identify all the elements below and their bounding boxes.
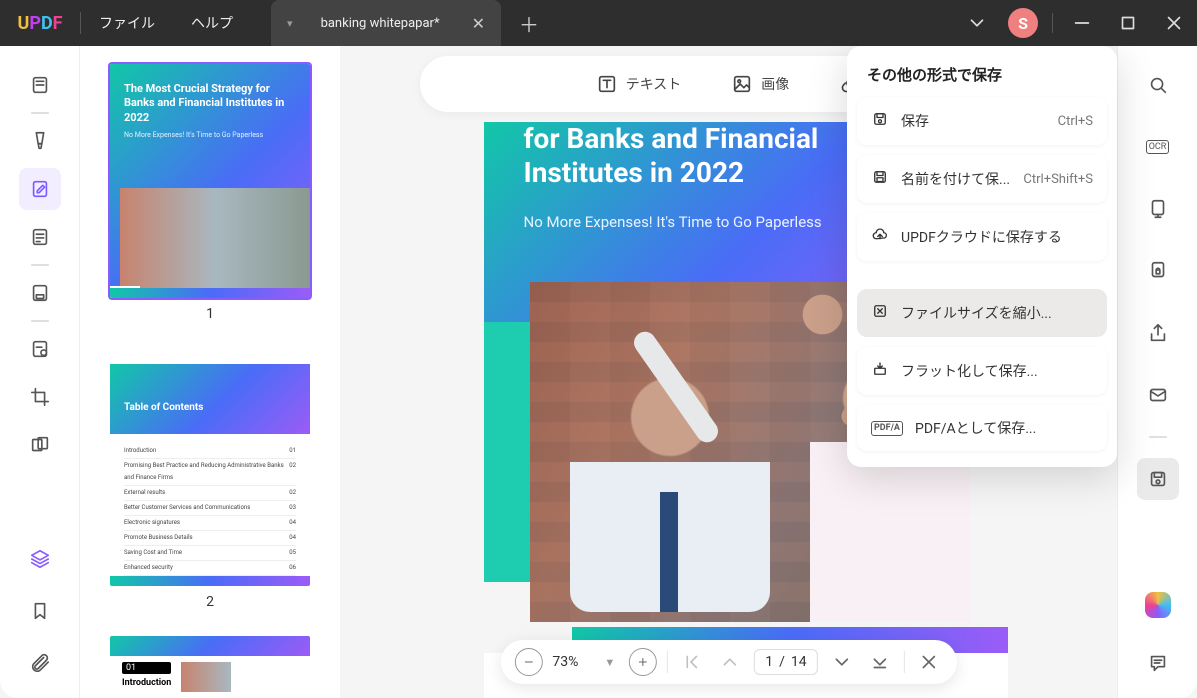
thumbnail-panel: The Most Crucial Strategy for Banks and … <box>80 46 340 698</box>
menu-help[interactable]: ヘルプ <box>173 0 251 46</box>
right-toolbar: OCR <box>1117 46 1197 698</box>
tab-pin-icon: ▾ <box>287 17 293 30</box>
left-toolbar <box>0 46 80 698</box>
thumb1-subtitle: No More Expenses! It's Time to Go Paperl… <box>124 131 296 139</box>
app-logo: UPDF <box>0 13 80 34</box>
thumb2-header: Table of Contents <box>110 364 310 434</box>
thumbnail-page-2[interactable]: Table of Contents Introduction01 Promisi… <box>108 346 312 588</box>
titlebar: UPDF ファイル ヘルプ ▾ banking whitepapar* ✕ ＋ … <box>0 0 1197 46</box>
recent-dropdown-icon[interactable] <box>954 0 1000 46</box>
attachment-tool-icon[interactable] <box>19 642 61 684</box>
search-icon[interactable] <box>1137 64 1179 106</box>
menu-save[interactable]: 保存 Ctrl+S <box>857 97 1107 145</box>
protect-icon[interactable] <box>1137 250 1179 292</box>
menu-save-cloud[interactable]: UPDFクラウドに保存する <box>857 213 1107 261</box>
thumb1-number: 1 <box>108 306 312 322</box>
menu-pdfa[interactable]: PDF/A PDF/Aとして保存... <box>857 405 1107 451</box>
zoom-in-button[interactable] <box>629 648 657 676</box>
first-page-button[interactable] <box>678 648 706 676</box>
last-page-button[interactable] <box>866 648 894 676</box>
crop-tool-icon[interactable] <box>19 376 61 418</box>
edit-tool-icon[interactable] <box>19 168 61 210</box>
thumb1-title: The Most Crucial Strategy for Banks and … <box>124 82 296 125</box>
menu-file[interactable]: ファイル <box>81 0 173 46</box>
zoom-dropdown-icon[interactable]: ▼ <box>600 656 619 669</box>
comment-icon[interactable] <box>1137 642 1179 684</box>
menu-flatten[interactable]: フラット化して保存... <box>857 347 1107 395</box>
bottom-toolbar: 73% ▼ 1 / 14 <box>500 640 956 684</box>
menu-save-as[interactable]: 名前を付けて保... Ctrl+Shift+S <box>857 155 1107 203</box>
thumbnail-page-1[interactable]: The Most Crucial Strategy for Banks and … <box>108 62 312 300</box>
ai-assistant-icon[interactable] <box>1137 584 1179 626</box>
close-toolbar-button[interactable] <box>915 648 943 676</box>
organize-tool-icon[interactable] <box>19 272 61 314</box>
user-avatar[interactable]: S <box>1008 8 1038 38</box>
window-maximize-button[interactable] <box>1105 0 1151 46</box>
window-close-button[interactable] <box>1151 0 1197 46</box>
text-tool-button[interactable]: テキスト <box>596 73 682 95</box>
form-tool-icon[interactable] <box>19 216 61 258</box>
bookmark-tool-icon[interactable] <box>19 590 61 632</box>
layers-tool-icon[interactable] <box>19 538 61 580</box>
save-other-icon[interactable] <box>1137 458 1179 500</box>
page-indicator[interactable]: 1 / 14 <box>754 649 817 675</box>
redact-tool-icon[interactable] <box>19 328 61 370</box>
share-icon[interactable] <box>1137 312 1179 354</box>
new-tab-button[interactable]: ＋ <box>501 9 557 38</box>
document-tab[interactable]: ▾ banking whitepapar* ✕ <box>271 0 501 46</box>
main-document-area: テキスト 画像 その他の形式で保存 保存 Ctrl+S <box>340 46 1117 698</box>
image-tool-button[interactable]: 画像 <box>731 73 789 95</box>
email-icon[interactable] <box>1137 374 1179 416</box>
thumb2-number: 2 <box>108 594 312 610</box>
next-page-button[interactable] <box>828 648 856 676</box>
thumbnail-page-3[interactable]: 01 Introduction <box>108 634 312 698</box>
convert-icon[interactable] <box>1137 188 1179 230</box>
highlight-tool-icon[interactable] <box>19 120 61 162</box>
prev-page-button[interactable] <box>716 648 744 676</box>
tab-title: banking whitepapar* <box>305 16 456 31</box>
thumb2-toc: Introduction01 Promising Best Practice a… <box>110 434 310 588</box>
ocr-icon[interactable]: OCR <box>1137 126 1179 168</box>
zoom-level: 73% <box>552 654 590 670</box>
zoom-out-button[interactable] <box>514 648 542 676</box>
menu-reduce-size[interactable]: ファイルサイズを縮小... <box>857 289 1107 337</box>
popover-title: その他の形式で保存 <box>857 60 1107 97</box>
tab-close-icon[interactable]: ✕ <box>468 14 489 33</box>
workspace: The Most Crucial Strategy for Banks and … <box>0 46 1197 698</box>
reader-tool-icon[interactable] <box>19 64 61 106</box>
save-other-formats-popover: その他の形式で保存 保存 Ctrl+S 名前を付けて保... Ctrl+Shif… <box>847 46 1117 467</box>
compare-tool-icon[interactable] <box>19 424 61 466</box>
window-minimize-button[interactable] <box>1059 0 1105 46</box>
